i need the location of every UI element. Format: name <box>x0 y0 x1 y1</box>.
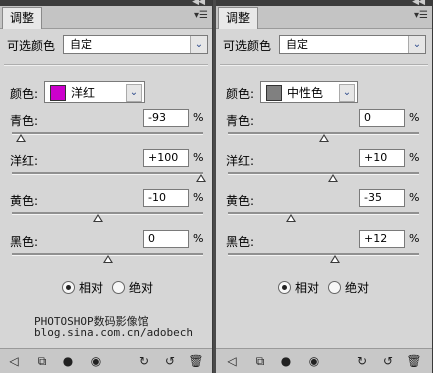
slider-label: 黄色: <box>10 194 39 208</box>
slider-value-field[interactable]: -10 <box>143 189 189 207</box>
slider-label: 黑色: <box>10 235 39 249</box>
chevron-down-icon: ⌄ <box>190 36 207 53</box>
divider <box>4 64 208 66</box>
panel-toolbar: ◁ ⧉ ● ◉ ↻ ↺ 🗑 <box>0 348 212 373</box>
slider-label: 黄色: <box>226 194 255 208</box>
slider-thumb[interactable] <box>15 134 26 142</box>
radio-absolute[interactable]: 绝对 <box>112 279 153 296</box>
slider-value-field[interactable]: +12 <box>359 230 405 248</box>
slider-value-field[interactable]: -93 <box>143 109 189 127</box>
color-swatch <box>50 85 66 101</box>
percent-sign: % <box>409 191 420 204</box>
colors-select[interactable]: 中性色 ⌄ <box>260 81 358 103</box>
radio-relative-circle[interactable] <box>278 281 291 294</box>
slider-thumb[interactable] <box>318 134 329 142</box>
trash-icon[interactable]: 🗑 <box>188 353 204 369</box>
percent-sign: % <box>409 151 420 164</box>
colors-label: 颜色: <box>226 87 255 101</box>
view-previous-icon[interactable]: ↻ <box>136 353 152 369</box>
tab-adjustments[interactable]: 调整 <box>2 7 42 29</box>
chevron-down-icon: ⌄ <box>339 84 355 102</box>
radio-absolute-label: 绝对 <box>345 281 370 295</box>
slider-label: 青色: <box>226 114 255 128</box>
radio-relative-label: 相对 <box>295 281 320 295</box>
chevron-down-icon: ⌄ <box>126 84 142 102</box>
view-previous-icon[interactable]: ↻ <box>354 353 370 369</box>
panel-menu-icon[interactable]: ▾☰ <box>414 10 428 21</box>
radio-absolute-circle[interactable] <box>112 281 125 294</box>
panel-toolbar: ◁ ⧉ ● ◉ ↻ ↺ 🗑 <box>216 348 432 373</box>
percent-sign: % <box>409 111 420 124</box>
percent-sign: % <box>193 151 204 164</box>
chevron-down-icon: ⌄ <box>408 36 425 53</box>
preset-value: 自定 <box>70 38 92 51</box>
panel-menu-icon[interactable]: ▾☰ <box>194 10 208 21</box>
adjustments-panel-right: ◀◀ 调整 ▾☰ 可选颜色 自定 ⌄ 颜色: 中性色 ⌄ 青色: 0% 洋红: +10… <box>216 0 433 373</box>
slider-thumb[interactable] <box>102 255 113 263</box>
slider-thumb[interactable] <box>327 174 338 182</box>
radio-relative[interactable]: 相对 <box>62 279 103 296</box>
slider-value-field[interactable]: +100 <box>143 149 189 167</box>
colors-label: 颜色: <box>10 87 39 101</box>
watermark-url: blog.sina.com.cn/adobech <box>34 326 193 339</box>
radio-absolute-circle[interactable] <box>328 281 341 294</box>
eye-icon[interactable]: ◉ <box>88 353 104 369</box>
slider-label: 洋红: <box>10 154 39 168</box>
slider-value-field[interactable]: 0 <box>359 109 405 127</box>
slider-thumb[interactable] <box>329 255 340 263</box>
color-name: 中性色 <box>287 86 324 100</box>
reset-icon[interactable]: ↺ <box>380 353 396 369</box>
slider-track[interactable] <box>228 253 419 256</box>
slider-thumb[interactable] <box>196 174 206 182</box>
clip-layer-icon[interactable]: ⧉ <box>34 353 50 369</box>
radio-absolute-label: 绝对 <box>129 281 154 295</box>
back-arrow-icon[interactable]: ◁ <box>224 353 240 369</box>
slider-track[interactable] <box>12 132 203 135</box>
adjustments-panel-left: ◀◀ 调整 ▾☰ 可选颜色 自定 ⌄ 颜色: 洋红 ⌄ 青色: -93% 洋红: +1… <box>0 0 213 373</box>
slider-value-field[interactable]: -35 <box>359 189 405 207</box>
slider-track[interactable] <box>12 172 203 175</box>
percent-sign: % <box>193 191 204 204</box>
slider-label: 洋红: <box>226 154 255 168</box>
reset-icon[interactable]: ↺ <box>162 353 178 369</box>
tab-adjustments[interactable]: 调整 <box>218 7 258 29</box>
clip-layer-icon[interactable]: ⧉ <box>252 353 268 369</box>
slider-label: 青色: <box>10 114 39 128</box>
preset-select[interactable]: 自定 ⌄ <box>63 35 208 54</box>
tab-bar: 调整 ▾☰ <box>216 6 432 29</box>
preset-label: 可选颜色 <box>223 39 272 53</box>
toggle-visibility-icon[interactable]: ● <box>278 353 294 369</box>
preset-label: 可选颜色 <box>7 39 56 53</box>
slider-track[interactable] <box>228 212 419 215</box>
eye-icon[interactable]: ◉ <box>306 353 322 369</box>
radio-relative-circle[interactable] <box>62 281 75 294</box>
color-name: 洋红 <box>71 86 96 100</box>
radio-relative-label: 相对 <box>79 281 104 295</box>
percent-sign: % <box>193 232 204 245</box>
percent-sign: % <box>193 111 204 124</box>
color-swatch <box>266 85 282 101</box>
divider <box>220 64 428 66</box>
slider-track[interactable] <box>12 212 203 215</box>
colors-select[interactable]: 洋红 ⌄ <box>44 81 145 103</box>
tab-bar: 调整 ▾☰ <box>0 6 212 29</box>
back-arrow-icon[interactable]: ◁ <box>6 353 22 369</box>
radio-relative[interactable]: 相对 <box>278 279 319 296</box>
slider-track[interactable] <box>228 172 419 175</box>
trash-icon[interactable]: 🗑 <box>406 353 422 369</box>
percent-sign: % <box>409 232 420 245</box>
toggle-visibility-icon[interactable]: ● <box>60 353 76 369</box>
slider-thumb[interactable] <box>285 214 296 222</box>
radio-absolute[interactable]: 绝对 <box>328 279 369 296</box>
slider-label: 黑色: <box>226 235 255 249</box>
slider-value-field[interactable]: +10 <box>359 149 405 167</box>
preset-select[interactable]: 自定 ⌄ <box>279 35 426 54</box>
slider-thumb[interactable] <box>93 214 104 222</box>
slider-value-field[interactable]: 0 <box>143 230 189 248</box>
preset-value: 自定 <box>286 38 308 51</box>
